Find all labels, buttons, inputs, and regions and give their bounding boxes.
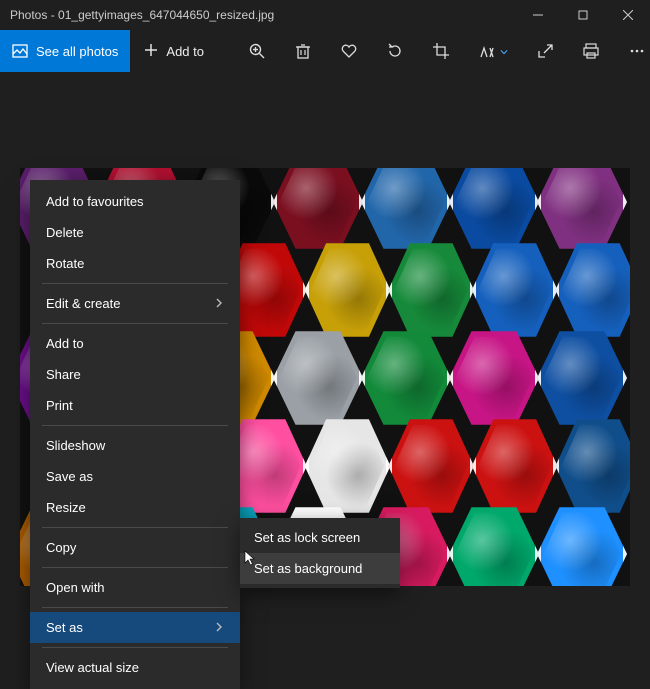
context-menu-item[interactable]: Slideshow <box>30 430 240 461</box>
share-icon[interactable] <box>536 42 554 60</box>
context-menu-label: Rotate <box>46 256 84 271</box>
minimize-button[interactable] <box>515 0 560 30</box>
draw-icon <box>478 42 496 60</box>
context-menu-item[interactable]: Delete <box>30 217 240 248</box>
hex-cell <box>555 414 630 518</box>
context-menu-label: Copy <box>46 540 76 555</box>
submenu-label: Set as lock screen <box>254 530 360 545</box>
see-all-photos-button[interactable]: See all photos <box>0 30 130 72</box>
chevron-right-icon <box>214 296 224 311</box>
context-menu-label: Slideshow <box>46 438 105 453</box>
context-menu-item[interactable]: Set as <box>30 612 240 643</box>
hex-cell <box>537 326 627 430</box>
delete-icon[interactable] <box>294 42 312 60</box>
zoom-icon[interactable] <box>248 42 266 60</box>
context-menu-separator <box>42 283 228 284</box>
hex-cell <box>472 414 558 518</box>
hex-cell <box>388 238 474 342</box>
context-menu-separator <box>42 567 228 568</box>
submenu-item[interactable]: Set as lock screen <box>240 522 400 553</box>
window-title: Photos - 01_gettyimages_647044650_resize… <box>10 8 515 22</box>
add-to-label: Add to <box>166 44 204 59</box>
favorite-icon[interactable] <box>340 42 358 60</box>
context-menu-label: Save as <box>46 469 93 484</box>
hex-cell <box>555 238 630 342</box>
chevron-right-icon <box>214 620 224 635</box>
context-menu-separator <box>42 527 228 528</box>
context-menu-item[interactable]: Share <box>30 359 240 390</box>
context-menu-label: Add to favourites <box>46 194 144 209</box>
hex-cell <box>537 502 627 586</box>
hex-cell <box>273 168 363 254</box>
hex-cell <box>537 168 627 254</box>
see-all-label: See all photos <box>36 44 118 59</box>
context-menu-label: Edit & create <box>46 296 120 311</box>
edit-draw-button[interactable] <box>478 42 508 60</box>
context-menu-item[interactable]: Print <box>30 390 240 421</box>
context-menu-item[interactable]: Add to <box>30 328 240 359</box>
context-menu-label: Delete <box>46 225 84 240</box>
context-menu-item[interactable]: Add to favourites <box>30 186 240 217</box>
context-menu-label: Resize <box>46 500 86 515</box>
more-icon[interactable] <box>628 42 646 60</box>
hex-cell <box>361 326 451 430</box>
context-menu-item[interactable]: Edit & create <box>30 288 240 319</box>
hex-cell <box>305 414 391 518</box>
hex-cell <box>388 414 474 518</box>
rotate-icon[interactable] <box>386 42 404 60</box>
file-name: 01_gettyimages_647044650_resized.jpg <box>58 8 274 22</box>
context-menu-label: Print <box>46 398 73 413</box>
context-menu: Add to favourites Delete Rotate Edit & crea… <box>30 180 240 689</box>
context-menu-item[interactable]: View actual size <box>30 652 240 683</box>
close-button[interactable] <box>605 0 650 30</box>
context-menu-separator <box>42 647 228 648</box>
window-controls <box>515 0 650 30</box>
hex-cell <box>449 326 539 430</box>
hex-cell <box>273 326 363 430</box>
submenu-label: Set as background <box>254 561 362 576</box>
plus-icon <box>144 43 158 60</box>
hex-cell <box>305 238 391 342</box>
toolbar: See all photos Add to <box>0 30 650 72</box>
hex-cell <box>472 238 558 342</box>
maximize-button[interactable] <box>560 0 605 30</box>
hex-cell <box>449 168 539 254</box>
hex-cell <box>361 168 451 254</box>
context-menu-label: View actual size <box>46 660 139 675</box>
chevron-down-icon <box>500 44 508 59</box>
context-menu-label: Set as <box>46 620 83 635</box>
submenu-item[interactable]: Set as background <box>240 553 400 584</box>
toolbar-actions <box>248 42 646 60</box>
context-menu-label: Open with <box>46 580 105 595</box>
context-menu-item[interactable]: Rotate <box>30 248 240 279</box>
photo-icon <box>12 43 28 59</box>
context-menu-item[interactable]: Copy <box>30 532 240 563</box>
context-menu-separator <box>42 425 228 426</box>
context-menu-item[interactable]: Save as <box>30 461 240 492</box>
app-name: Photos <box>10 8 47 22</box>
context-menu-item[interactable]: Open with <box>30 572 240 603</box>
add-to-button[interactable]: Add to <box>130 30 218 72</box>
crop-icon[interactable] <box>432 42 450 60</box>
context-menu-item[interactable]: Resize <box>30 492 240 523</box>
context-menu-separator <box>42 607 228 608</box>
set-as-submenu: Set as lock screen Set as background <box>240 518 400 588</box>
print-icon[interactable] <box>582 42 600 60</box>
hex-cell <box>449 502 539 586</box>
context-menu-label: Add to <box>46 336 84 351</box>
context-menu-separator <box>42 323 228 324</box>
context-menu-label: Share <box>46 367 81 382</box>
title-bar: Photos - 01_gettyimages_647044650_resize… <box>0 0 650 30</box>
